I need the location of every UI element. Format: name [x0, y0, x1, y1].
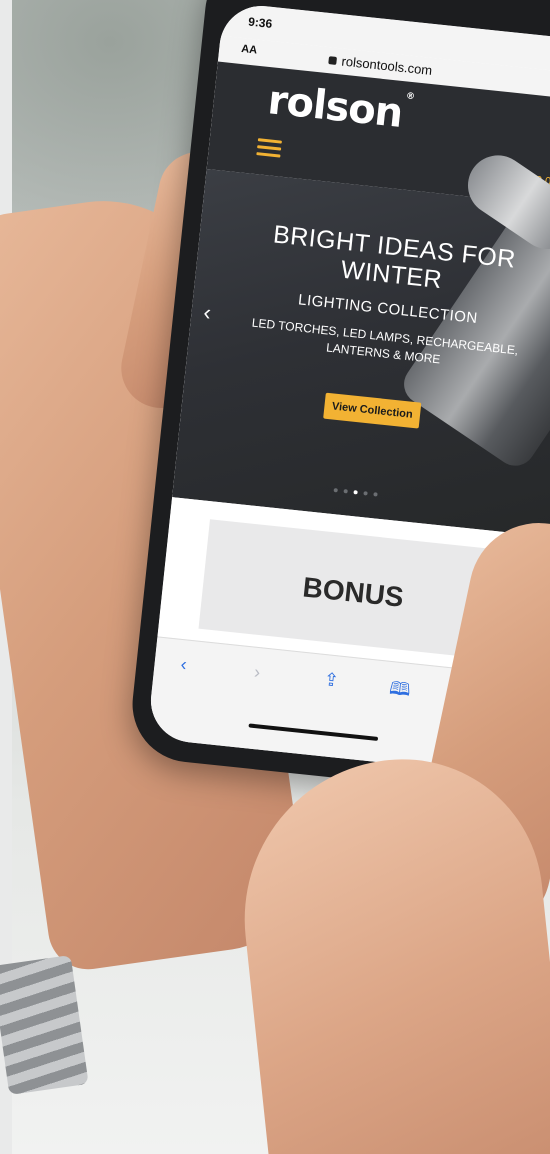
status-time: 9:36 [247, 14, 273, 31]
forward-arrow-icon[interactable]: › [253, 662, 261, 684]
wristwatch [0, 955, 89, 1095]
share-icon[interactable]: ⇪ [323, 669, 340, 691]
carousel-dot[interactable] [343, 489, 348, 494]
carousel-dot[interactable] [373, 492, 378, 497]
bonus-title: BONUS [301, 571, 406, 613]
logo-text: rolson [265, 77, 405, 137]
menu-line [257, 138, 282, 144]
rolson-logo[interactable]: rolson® [266, 77, 415, 138]
back-arrow-icon[interactable]: ‹ [180, 654, 188, 676]
lock-icon [328, 56, 338, 65]
reader-aa-button[interactable]: AA [241, 43, 258, 57]
url-text: rolsontools.com [340, 53, 433, 78]
photo-scene: 9:36 ▮▮▮ ◟ AA rolsontools.com rolson® [0, 0, 550, 1154]
home-indicator [248, 723, 379, 741]
menu-line [256, 152, 281, 158]
carousel-dot[interactable] [363, 491, 368, 496]
view-collection-button[interactable]: View Collection [323, 392, 422, 429]
registered-mark: ® [405, 91, 415, 103]
carousel-dot[interactable] [333, 488, 338, 493]
bookmarks-icon[interactable]: 🕮 [387, 676, 411, 708]
carousel-dots [333, 488, 378, 497]
hamburger-menu-icon[interactable] [256, 138, 282, 158]
menu-line [257, 145, 282, 151]
hero-carousel: BRIGHT IDEAS FOR WINTER LIGHTING COLLECT… [172, 143, 550, 538]
carousel-prev-icon[interactable]: ‹ [202, 299, 212, 326]
carousel-dot-active[interactable] [353, 490, 358, 495]
